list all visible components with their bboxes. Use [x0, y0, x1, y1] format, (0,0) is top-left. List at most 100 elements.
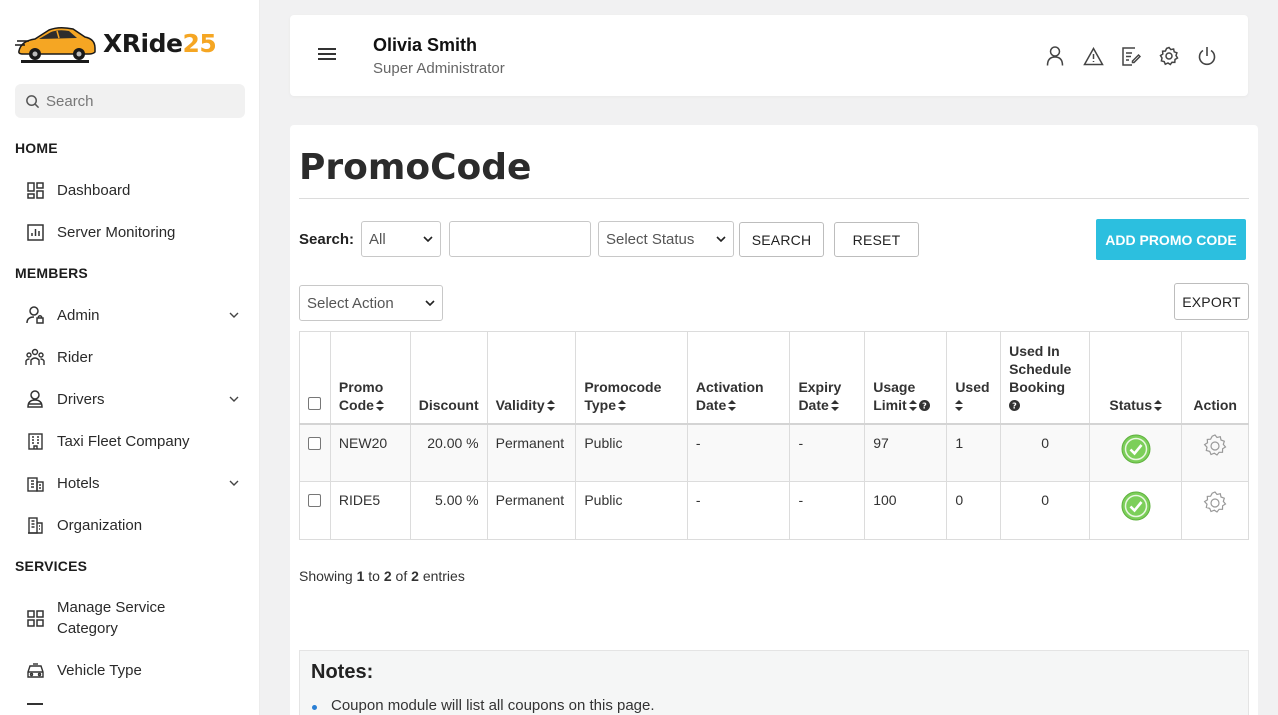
- status-active-check-icon[interactable]: [1121, 434, 1151, 464]
- sidebar: XRide25 Search HOME Dashboard Server Mon…: [0, 0, 260, 715]
- col-activation-date[interactable]: Activation Date: [686, 331, 791, 424]
- settings-icon[interactable]: [1158, 45, 1180, 67]
- sidebar-item-organization[interactable]: Organization: [25, 514, 245, 536]
- notes-list: Coupon module will list all coupons on t…: [312, 697, 655, 714]
- help-icon[interactable]: ?: [1009, 399, 1021, 411]
- main-content: PromoCode Search: All Select Status SEAR…: [290, 125, 1258, 715]
- section-members: MEMBERS: [15, 265, 88, 281]
- filter-select[interactable]: All: [361, 221, 441, 257]
- search-button[interactable]: SEARCH: [739, 222, 824, 257]
- col-promocode-type[interactable]: Promocode Type: [575, 331, 688, 424]
- sidebar-search-input[interactable]: Search: [15, 84, 245, 118]
- gear-icon[interactable]: [1203, 491, 1227, 515]
- col-expiry-date[interactable]: Expiry Date: [789, 331, 866, 424]
- sidebar-item-drivers[interactable]: Drivers: [25, 388, 245, 410]
- sidebar-item-manage-service-category[interactable]: Manage Service Category: [25, 596, 245, 640]
- sidebar-item-dashboard[interactable]: Dashboard: [25, 179, 245, 201]
- sidebar-search-placeholder: Search: [46, 92, 94, 110]
- row-checkbox[interactable]: [308, 494, 321, 507]
- cell-action: [1181, 423, 1249, 482]
- table-row: RIDE5 5.00 % Permanent Public - - 100 0 …: [299, 481, 1249, 540]
- user-lock-icon: [25, 305, 45, 325]
- power-icon[interactable]: [1196, 45, 1218, 67]
- search-icon: [26, 94, 40, 108]
- action-select[interactable]: Select Action: [299, 285, 443, 321]
- sort-icon: [617, 399, 626, 411]
- reset-button[interactable]: RESET: [834, 222, 919, 257]
- table-row: NEW20 20.00 % Permanent Public - - 97 1 …: [299, 423, 1249, 482]
- cell-used: 1: [946, 423, 1002, 482]
- driver-icon: [25, 389, 45, 409]
- svg-text:?: ?: [922, 401, 927, 410]
- export-button[interactable]: EXPORT: [1174, 283, 1249, 320]
- user-icon[interactable]: [1044, 45, 1066, 67]
- cell-status: [1089, 423, 1183, 482]
- cell-type: Public: [575, 423, 688, 482]
- brand-logo[interactable]: XRide25: [15, 20, 217, 66]
- sort-icon: [908, 399, 917, 411]
- group-icon: [25, 347, 45, 367]
- cell-validity: Permanent: [486, 481, 577, 540]
- cell-discount: 5.00 %: [409, 481, 488, 540]
- cell-expiry: -: [789, 423, 866, 482]
- page-title: PromoCode: [299, 147, 532, 188]
- status-active-check-icon[interactable]: [1121, 491, 1151, 521]
- sort-icon: [955, 399, 964, 411]
- sort-icon: [375, 399, 384, 411]
- col-used[interactable]: Used: [946, 331, 1002, 424]
- hamburger-menu-icon[interactable]: [318, 48, 336, 63]
- sidebar-item-vehicle-type[interactable]: Vehicle Type: [25, 659, 245, 681]
- col-action: Action: [1181, 331, 1249, 424]
- sidebar-item-rider[interactable]: Rider: [25, 346, 245, 368]
- notes-title: Notes:: [311, 661, 374, 683]
- chevron-down-icon: [229, 480, 239, 486]
- add-promo-code-button[interactable]: ADD PROMO CODE: [1096, 219, 1246, 260]
- cell-code: NEW20: [329, 423, 411, 482]
- cell-discount: 20.00 %: [409, 423, 488, 482]
- notes-panel: Notes: Coupon module will list all coupo…: [299, 650, 1249, 715]
- section-home: HOME: [15, 140, 58, 156]
- cell-limit: 97: [864, 423, 948, 482]
- category-icon: [25, 608, 45, 628]
- cell-type: Public: [575, 481, 688, 540]
- row-select-cell: [299, 481, 331, 540]
- warning-icon[interactable]: [1082, 45, 1104, 67]
- svg-text:?: ?: [1012, 401, 1017, 410]
- section-services: SERVICES: [15, 558, 88, 574]
- col-status[interactable]: Status: [1089, 331, 1183, 424]
- search-label: Search:: [299, 231, 355, 248]
- col-promo-code[interactable]: Promo Code: [329, 331, 411, 424]
- help-icon[interactable]: ?: [918, 399, 930, 411]
- cell-action: [1181, 481, 1249, 540]
- status-select[interactable]: Select Status: [598, 221, 734, 257]
- cell-used: 0: [946, 481, 1002, 540]
- col-usage-limit[interactable]: Usage Limit?: [864, 331, 948, 424]
- sidebar-item-hotels[interactable]: Hotels: [25, 472, 245, 494]
- sort-icon: [830, 399, 839, 411]
- cell-activation: -: [686, 481, 791, 540]
- sidebar-item-taxi-fleet-company[interactable]: Taxi Fleet Company: [25, 430, 245, 452]
- select-all-checkbox[interactable]: [308, 396, 321, 410]
- cell-expiry: -: [789, 481, 866, 540]
- chevron-down-icon: [423, 236, 433, 242]
- col-discount: Discount: [409, 331, 488, 424]
- row-select-cell: [299, 423, 331, 482]
- col-used-in-schedule-booking: Used In Schedule Booking?: [1000, 331, 1091, 424]
- sidebar-item-admin[interactable]: Admin: [25, 304, 245, 326]
- chevron-down-icon: [229, 312, 239, 318]
- search-input[interactable]: [449, 221, 591, 257]
- note-item: Coupon module will list all coupons on t…: [312, 697, 655, 714]
- cell-validity: Permanent: [486, 423, 577, 482]
- header-actions: [1044, 45, 1218, 67]
- sidebar-item-server-monitoring[interactable]: Server Monitoring: [25, 221, 245, 243]
- col-validity[interactable]: Validity: [486, 331, 577, 424]
- pagination-info: Showing 1 to 2 of 2 entries: [299, 568, 465, 584]
- cell-status: [1089, 481, 1183, 540]
- edit-document-icon[interactable]: [1120, 45, 1142, 67]
- car-logo-icon: [15, 26, 96, 63]
- cell-scheduled: 0: [1000, 481, 1091, 540]
- grid-icon: [25, 180, 45, 200]
- row-checkbox[interactable]: [308, 436, 321, 450]
- gear-icon[interactable]: [1203, 433, 1227, 458]
- cell-code: RIDE5: [329, 481, 411, 540]
